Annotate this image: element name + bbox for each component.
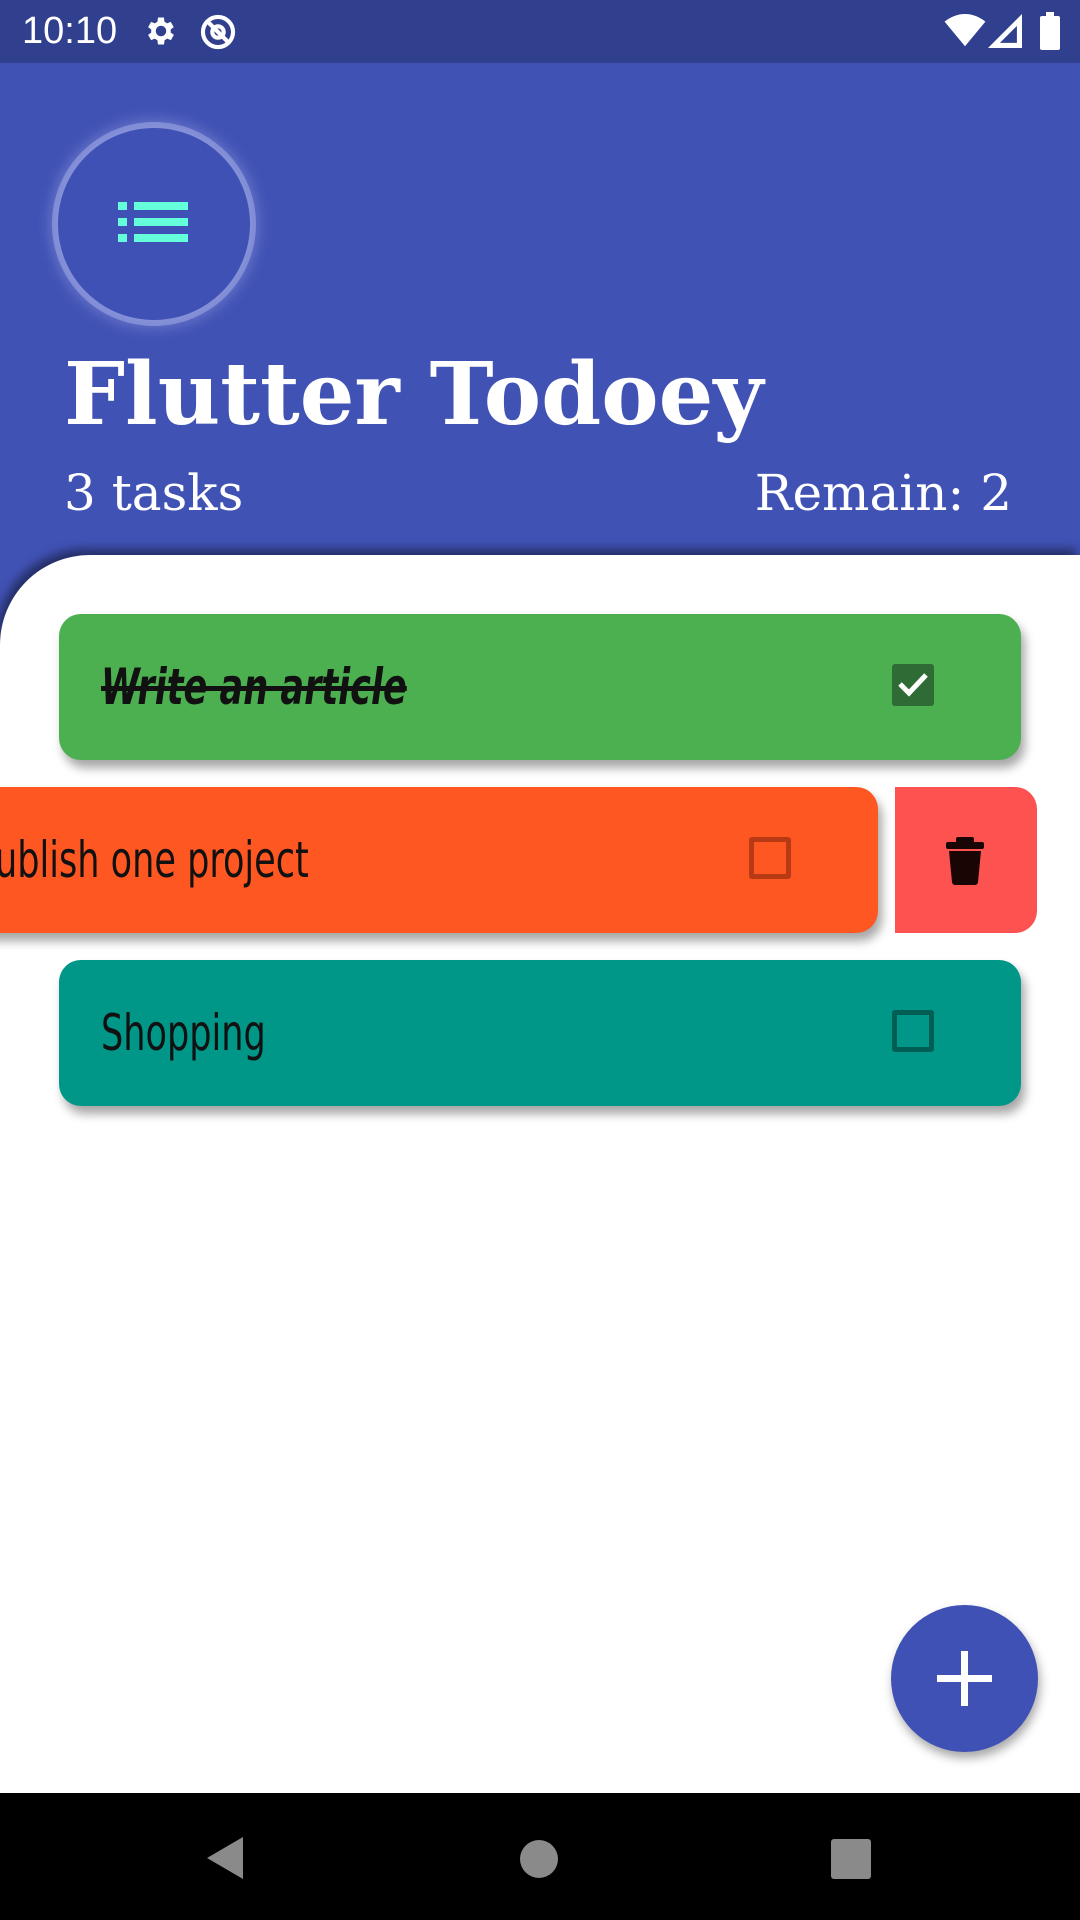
status-bar: 10:10 (0, 0, 1080, 63)
app-screen: 10:10 Flutter Todoey 3 tasks Remain: 2 W… (0, 0, 1080, 1920)
page-title: Flutter Todoey (64, 344, 764, 445)
task-checkbox-checked[interactable] (892, 664, 934, 706)
battery-icon (1040, 12, 1060, 54)
task-checkbox[interactable] (749, 837, 791, 879)
home-icon[interactable] (519, 1839, 559, 1883)
task-label: Write an article (101, 658, 407, 716)
status-time: 10:10 (22, 10, 118, 52)
task-label: Shopping (101, 1004, 266, 1062)
gear-icon (143, 13, 179, 53)
task-item-write-an-article[interactable]: Write an article (59, 614, 1021, 760)
task-checkbox[interactable] (892, 1010, 934, 1052)
task-count: 3 tasks (64, 464, 244, 522)
add-task-button[interactable] (891, 1605, 1038, 1752)
remaining-count: Remain: 2 (754, 464, 1012, 522)
task-label: ublish one project (0, 831, 309, 889)
recents-icon[interactable] (831, 1839, 871, 1883)
at-sign-icon (199, 13, 237, 55)
system-nav-bar (0, 1793, 1080, 1920)
delete-button[interactable] (895, 787, 1037, 933)
task-item-shopping[interactable]: Shopping (59, 960, 1021, 1106)
task-item-publish-one-project[interactable]: ublish one project (0, 787, 878, 933)
signal-icon (988, 14, 1022, 52)
back-icon[interactable] (205, 1835, 245, 1885)
app-logo (58, 128, 250, 320)
wifi-icon (944, 14, 986, 52)
